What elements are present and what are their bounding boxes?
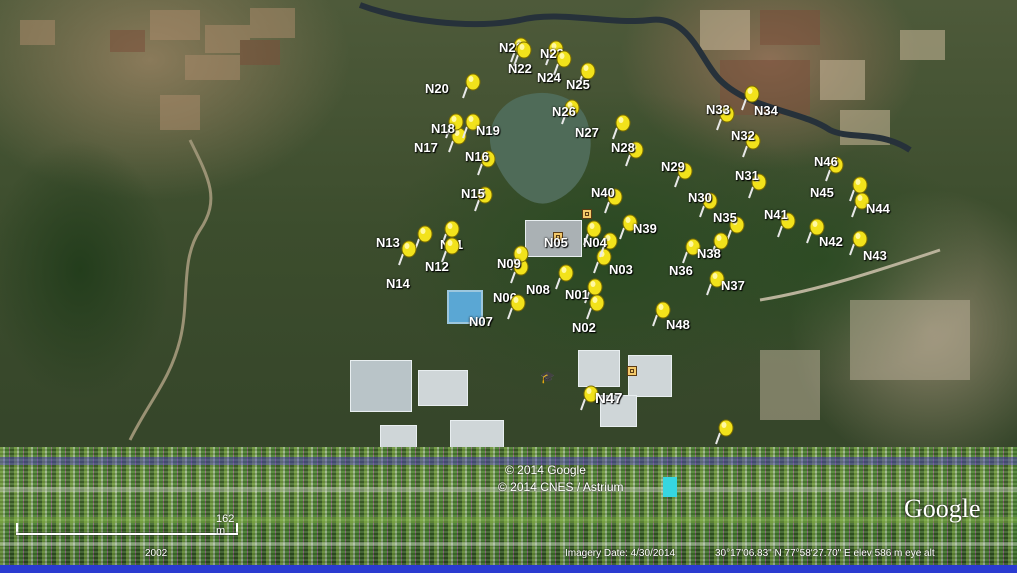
placemark-pin-icon[interactable] — [714, 419, 736, 445]
building — [450, 420, 504, 449]
scale-label: 162 m — [216, 513, 235, 537]
scale-bar: 162 m — [16, 513, 238, 539]
placemark-label[interactable]: N20 — [425, 82, 449, 96]
bottom-stripe — [0, 565, 1017, 573]
placemark-label[interactable]: N17 — [414, 141, 438, 155]
placemark-label[interactable]: N27 — [575, 126, 599, 140]
placemark-label[interactable]: N29 — [661, 160, 685, 174]
placemark-pin-icon[interactable] — [848, 176, 870, 202]
placemark-label[interactable]: N03 — [609, 263, 633, 277]
placemark-label[interactable]: N24 — [537, 71, 561, 85]
placemark-pin-icon[interactable] — [461, 73, 483, 99]
placemark-label[interactable]: N44 — [866, 202, 890, 216]
placemark-label[interactable]: N14 — [386, 277, 410, 291]
placemark-label[interactable]: N31 — [735, 169, 759, 183]
placemark-label[interactable]: N48 — [666, 318, 690, 332]
placemark-label[interactable]: N30 — [688, 191, 712, 205]
year-label: 2002 — [145, 548, 168, 559]
placemark-label[interactable]: N45 — [810, 186, 834, 200]
placemark-label[interactable]: N40 — [591, 186, 615, 200]
building — [418, 370, 468, 406]
placemark-label[interactable]: N41 — [764, 208, 788, 222]
placemark-label[interactable]: N46 — [814, 155, 838, 169]
cyan-glitch-block — [663, 477, 677, 497]
placemark-pin-icon[interactable] — [397, 240, 419, 266]
coordinates-readout: 30°17'06.83" N 77°58'27.70" E elev 586 m… — [715, 548, 935, 559]
poi-icon[interactable] — [582, 209, 592, 219]
placemark-label[interactable]: N43 — [863, 249, 887, 263]
placemark-label[interactable]: N35 — [713, 211, 737, 225]
placemark-label[interactable]: N12 — [425, 260, 449, 274]
placemark-pin-icon[interactable] — [506, 294, 528, 320]
placemark-pin-icon[interactable] — [611, 114, 633, 140]
copyright-google: © 2014 Google — [505, 463, 586, 477]
placemark-label[interactable]: N47 — [595, 391, 623, 406]
poi-icon[interactable] — [627, 366, 637, 376]
building — [578, 350, 620, 387]
placemark-label[interactable]: N26 — [552, 105, 576, 119]
status-footer: 2002 Imagery Date: 4/30/2014 30°17'06.83… — [0, 546, 1017, 564]
placemark-label[interactable]: N19 — [476, 124, 500, 138]
placemark-label[interactable]: N18 — [431, 122, 455, 136]
placemark-label[interactable]: N05 — [544, 236, 568, 250]
placemark-label[interactable]: N37 — [721, 279, 745, 293]
building — [628, 355, 672, 397]
placemark-pin-icon[interactable] — [554, 264, 576, 290]
placemark-label[interactable]: N28 — [611, 141, 635, 155]
placemark-label[interactable]: N07 — [469, 315, 493, 329]
placemark-pin-icon[interactable] — [582, 220, 604, 246]
placemark-label[interactable]: N36 — [669, 264, 693, 278]
placemark-label[interactable]: N38 — [697, 247, 721, 261]
placemark-pin-icon[interactable] — [585, 294, 607, 320]
placemark-label[interactable]: N09 — [497, 257, 521, 271]
placemark-label[interactable]: N15 — [461, 187, 485, 201]
imagery-date: Imagery Date: 4/30/2014 — [565, 548, 676, 559]
placemark-label[interactable]: N33 — [706, 103, 730, 117]
placemark-label[interactable]: N08 — [526, 283, 550, 297]
placemark-label[interactable]: N02 — [572, 321, 596, 335]
copyright-cnes: © 2014 CNES / Astrium — [498, 480, 624, 494]
building — [350, 360, 412, 412]
building — [380, 425, 417, 449]
school-icon[interactable]: 🎓 — [540, 370, 556, 384]
google-logo: Google — [904, 494, 981, 523]
placemark-label[interactable]: N42 — [819, 235, 843, 249]
placemark-label[interactable]: N25 — [566, 78, 590, 92]
placemark-label[interactable]: N34 — [754, 104, 778, 118]
placemark-label[interactable]: N32 — [731, 129, 755, 143]
placemark-label[interactable]: N39 — [633, 222, 657, 236]
placemark-label[interactable]: N22 — [508, 62, 532, 76]
